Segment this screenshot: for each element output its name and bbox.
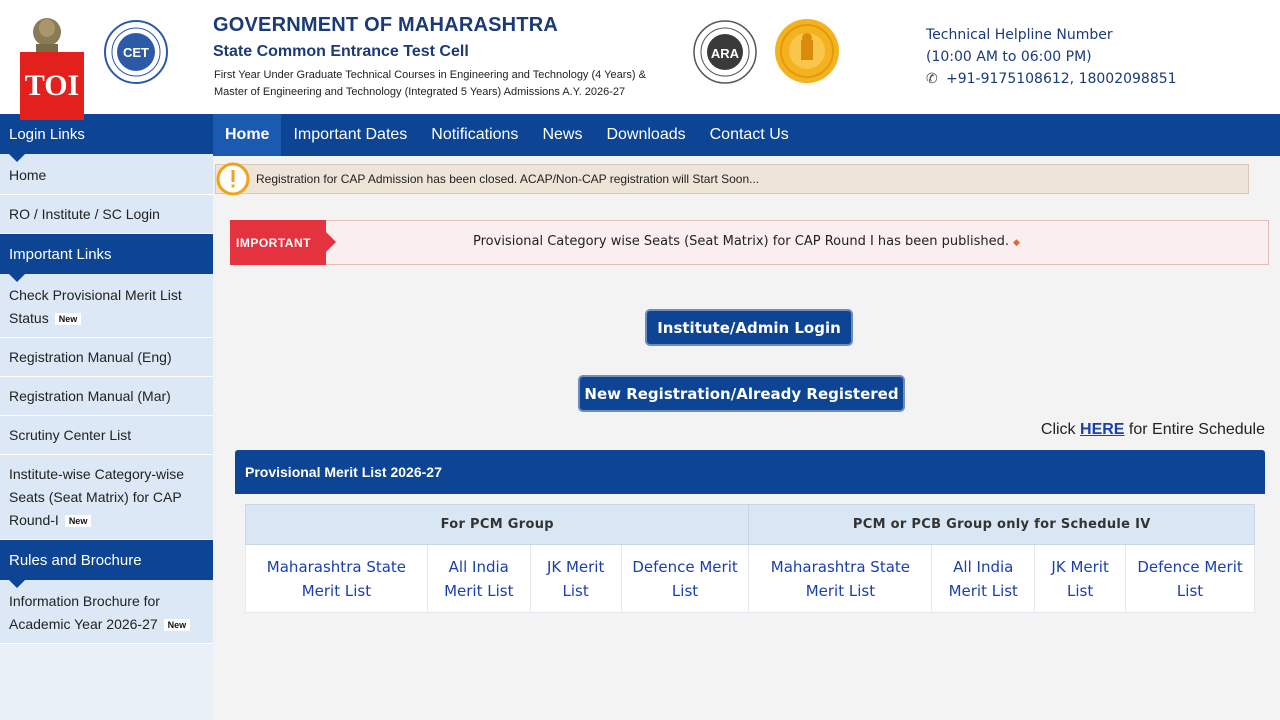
sidebar: Login Links Home RO / Institute / SC Log…	[0, 114, 213, 720]
toi-logo: TOI	[20, 52, 84, 120]
nav-contact-us[interactable]: Contact Us	[698, 114, 801, 156]
sidebar-heading-login-links: Login Links	[0, 114, 213, 162]
sidebar-item-scrutiny-center[interactable]: Scrutiny Center List	[0, 416, 213, 455]
check-merit-line-2: Status	[9, 310, 49, 326]
pcb-all-india-merit-link[interactable]: All India Merit List	[931, 544, 1036, 613]
notice-bar: Registration for CAP Admission has been …	[215, 162, 1249, 196]
maharashtra-seal-icon	[775, 19, 839, 83]
site-header: TOI CET GOVERNMENT OF MAHARASHTRA State …	[0, 0, 1280, 120]
important-text-row[interactable]: Provisional Category wise Seats (Seat Ma…	[473, 234, 1020, 249]
ara-logo-icon: ARA	[693, 20, 757, 84]
pcm-defence-merit-link[interactable]: Defence Merit List	[620, 544, 750, 613]
group-pcm-header: For PCM Group	[244, 504, 750, 545]
merit-list-panel-heading: Provisional Merit List 2026-27	[235, 450, 1265, 494]
sidebar-item-seat-matrix[interactable]: Institute-wise Category-wise Seats (Seat…	[0, 455, 213, 540]
new-badge: New	[64, 515, 92, 528]
institute-admin-login-button[interactable]: Institute/Admin Login	[645, 309, 853, 346]
seat-matrix-line-1: Institute-wise Category-wise	[9, 466, 185, 482]
brochure-line-2: Academic Year 2026-27	[9, 616, 158, 632]
helpline-numbers: +91-9175108612, 18002098851	[946, 71, 1177, 87]
cet-cell-logo-icon: CET	[104, 20, 168, 84]
helpline-numbers-row: ✆ +91-9175108612, 18002098851	[926, 68, 1177, 90]
new-badge: New	[163, 619, 191, 632]
new-registration-button[interactable]: New Registration/Already Registered	[578, 375, 905, 412]
sidebar-heading-rules-brochure: Rules and Brochure	[0, 540, 213, 588]
table-row: Maharashtra State Merit List All India Mer…	[245, 544, 1255, 613]
bullet-icon: ◆	[1013, 238, 1020, 248]
sidebar-item-check-merit-status[interactable]: Check Provisional Merit List Status New	[0, 274, 213, 338]
check-merit-line-2-row: Status New	[9, 307, 204, 330]
sidebar-item-reg-manual-eng[interactable]: Registration Manual (Eng)	[0, 338, 213, 377]
nav-home[interactable]: Home	[213, 114, 282, 156]
seat-matrix-line-3: Round-I	[9, 512, 59, 528]
warning-icon	[216, 162, 250, 196]
schedule-prefix: Click	[1040, 421, 1076, 438]
seat-matrix-line-3-row: Round-I New	[9, 509, 204, 532]
nav-news[interactable]: News	[530, 114, 594, 156]
important-announcement: IMPORTANT Provisional Category wise Seat…	[230, 220, 1269, 265]
brochure-line-1: Information Brochure for	[9, 593, 160, 609]
notice-text: Registration for CAP Admission has been …	[256, 172, 760, 186]
pcb-defence-merit-link[interactable]: Defence Merit List	[1125, 544, 1255, 613]
nav-important-dates[interactable]: Important Dates	[281, 114, 419, 156]
pcm-all-india-merit-link[interactable]: All India Merit List	[426, 544, 531, 613]
pcb-jk-merit-link[interactable]: JK Merit List	[1034, 544, 1127, 613]
check-merit-line-1: Check Provisional Merit List	[9, 287, 182, 303]
helpline-title: Technical Helpline Number	[926, 27, 1113, 43]
pcb-maharashtra-merit-link[interactable]: Maharashtra State Merit List	[748, 544, 933, 613]
main-content: Home Important Dates Notifications News …	[213, 114, 1280, 720]
important-tag: IMPORTANT	[230, 220, 336, 265]
nav-notifications[interactable]: Notifications	[419, 114, 530, 156]
new-badge: New	[54, 313, 82, 326]
national-emblem-icon	[33, 18, 61, 52]
brochure-line-2-row: Academic Year 2026-27 New	[9, 613, 204, 636]
phone-icon: ✆	[926, 71, 938, 87]
table-header-row: For PCM Group PCM or PCB Group only for …	[244, 504, 1255, 545]
important-text: Provisional Category wise Seats (Seat Ma…	[473, 234, 1010, 249]
courses-line-1: First Year Under Graduate Technical Cour…	[214, 69, 646, 81]
helpline-hours: (10:00 AM to 06:00 PM)	[926, 49, 1092, 65]
seat-matrix-line-2: Seats (Seat Matrix) for CAP	[9, 489, 182, 505]
schedule-here-link[interactable]: HERE	[1080, 421, 1124, 438]
sidebar-item-brochure[interactable]: Information Brochure for Academic Year 2…	[0, 580, 213, 644]
sidebar-heading-important-links: Important Links	[0, 234, 213, 282]
pcm-maharashtra-merit-link[interactable]: Maharashtra State Merit List	[245, 544, 428, 613]
top-nav: Home Important Dates Notifications News …	[213, 114, 1280, 156]
schedule-suffix: for Entire Schedule	[1128, 421, 1265, 438]
government-title: GOVERNMENT OF MAHARASHTRA	[213, 14, 558, 36]
helpline-info: Technical Helpline Number (10:00 AM to 0…	[926, 24, 1177, 90]
pcm-jk-merit-link[interactable]: JK Merit List	[529, 544, 622, 613]
nav-downloads[interactable]: Downloads	[594, 114, 697, 156]
merit-list-table: For PCM Group PCM or PCB Group only for …	[244, 504, 1255, 613]
courses-description: First Year Under Graduate Technical Cour…	[214, 67, 684, 101]
group-pcb-header: PCM or PCB Group only for Schedule IV	[748, 504, 1255, 545]
sidebar-item-ro-login[interactable]: RO / Institute / SC Login	[0, 195, 213, 234]
schedule-line: Click HERE for Entire Schedule	[1041, 421, 1265, 439]
courses-line-2: Master of Engineering and Technology (In…	[214, 86, 626, 98]
cell-title: State Common Entrance Test Cell	[213, 43, 469, 60]
cet-logo-text: CET	[123, 45, 149, 60]
ara-logo-text: ARA	[711, 46, 740, 61]
sidebar-item-home[interactable]: Home	[0, 154, 213, 195]
sidebar-item-reg-manual-mar[interactable]: Registration Manual (Mar)	[0, 377, 213, 416]
